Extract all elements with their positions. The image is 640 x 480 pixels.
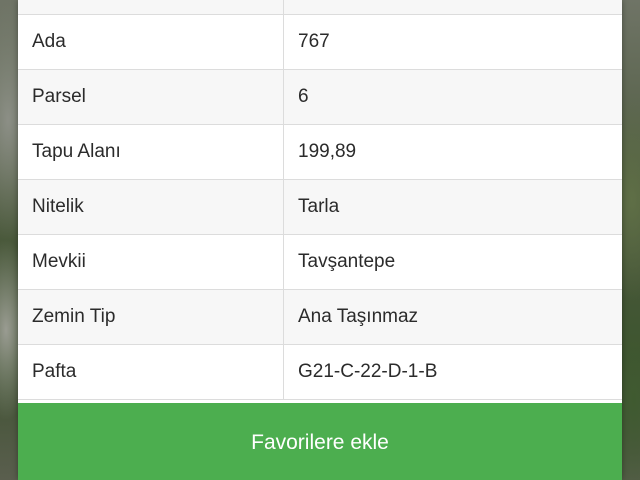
zemin-tip-label: Zemin Tip (18, 290, 284, 344)
parsel-label: Parsel (18, 70, 284, 124)
parsel-value: 6 (284, 70, 622, 124)
table-row-nitelik: Nitelik Tarla (18, 180, 622, 235)
add-to-favorites-button[interactable]: Favorilere ekle (18, 403, 622, 480)
row-label (18, 0, 284, 14)
table-row-parsel: Parsel 6 (18, 70, 622, 125)
table-row-zemin-tip: Zemin Tip Ana Taşınmaz (18, 290, 622, 345)
ada-label: Ada (18, 15, 284, 69)
nitelik-label: Nitelik (18, 180, 284, 234)
table-row-mevkii: Mevkii Tavşantepe (18, 235, 622, 290)
zemin-tip-value: Ana Taşınmaz (284, 290, 622, 344)
nitelik-value: Tarla (284, 180, 622, 234)
table-row (18, 0, 622, 15)
tapu-alani-label: Tapu Alanı (18, 125, 284, 179)
table-row-ada: Ada 767 (18, 15, 622, 70)
mevkii-label: Mevkii (18, 235, 284, 289)
table-row-tapu-alani: Tapu Alanı 199,89 (18, 125, 622, 180)
pafta-label: Pafta (18, 345, 284, 399)
table-row-pafta: Pafta G21-C-22-D-1-B (18, 345, 622, 400)
mevkii-value: Tavşantepe (284, 235, 622, 289)
row-value (284, 0, 622, 14)
ada-value: 767 (284, 15, 622, 69)
parcel-info-table: Ada 767 Parsel 6 Tapu Alanı 199,89 Nitel… (18, 0, 622, 400)
pafta-value: G21-C-22-D-1-B (284, 345, 622, 399)
tapu-alani-value: 199,89 (284, 125, 622, 179)
parcel-info-panel: Ada 767 Parsel 6 Tapu Alanı 199,89 Nitel… (18, 0, 622, 480)
